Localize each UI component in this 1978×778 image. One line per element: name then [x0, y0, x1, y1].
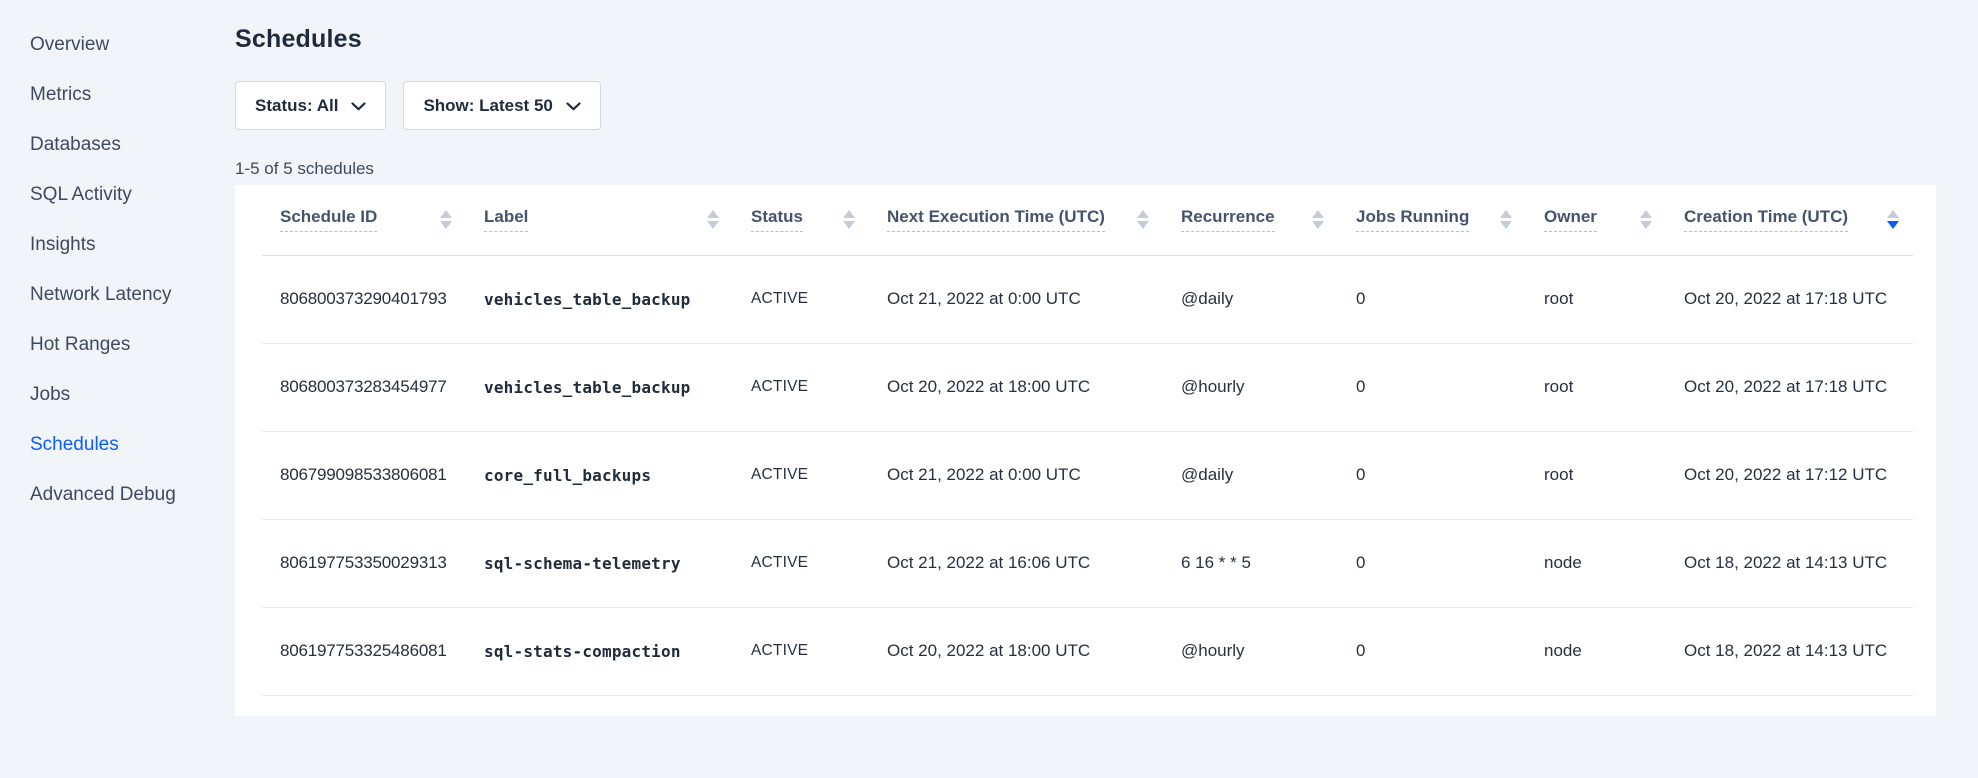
sidebar-item-jobs[interactable]: Jobs: [0, 370, 235, 420]
cell-jobs-running: 0: [1338, 607, 1526, 695]
cell-schedule-id: 806799098533806081: [262, 431, 466, 519]
cell-owner: node: [1526, 519, 1666, 607]
column-label: Label: [484, 207, 528, 232]
chevron-down-icon: [566, 102, 581, 111]
results-count: 1-5 of 5 schedules: [235, 159, 1978, 179]
cell-recurrence: @hourly: [1163, 343, 1338, 431]
status-filter-label: Status: All: [255, 96, 338, 116]
chevron-down-icon: [351, 102, 366, 111]
cell-jobs-running: 0: [1338, 255, 1526, 343]
sort-icon[interactable]: [1137, 210, 1149, 229]
show-filter-label: Show: Latest 50: [423, 96, 552, 116]
cell-recurrence: 6 16 * * 5: [1163, 519, 1338, 607]
cell-owner: node: [1526, 607, 1666, 695]
cell-creation-time: Oct 20, 2022 at 17:18 UTC: [1666, 343, 1913, 431]
cell-recurrence: @hourly: [1163, 607, 1338, 695]
cell-recurrence: @daily: [1163, 255, 1338, 343]
cell-creation-time: Oct 18, 2022 at 14:13 UTC: [1666, 519, 1913, 607]
sort-icon[interactable]: [1500, 210, 1512, 229]
sidebar-item-metrics[interactable]: Metrics: [0, 70, 235, 120]
sidebar: Overview Metrics Databases SQL Activity …: [0, 0, 235, 778]
sort-icon[interactable]: [1312, 210, 1324, 229]
column-header-owner[interactable]: Owner: [1526, 185, 1666, 255]
column-label: Creation Time (UTC): [1684, 207, 1848, 232]
column-label: Owner: [1544, 207, 1597, 232]
column-label: Schedule ID: [280, 207, 377, 232]
cell-label[interactable]: sql-stats-compaction: [466, 607, 733, 695]
sidebar-item-advanced-debug[interactable]: Advanced Debug: [0, 470, 235, 520]
cell-status: ACTIVE: [733, 431, 869, 519]
sort-icon[interactable]: [707, 210, 719, 229]
cell-schedule-id: 806197753350029313: [262, 519, 466, 607]
schedules-table: Schedule ID Label Status Next Execution …: [262, 185, 1913, 696]
table-row[interactable]: 806799098533806081 core_full_backups ACT…: [262, 431, 1913, 519]
cell-recurrence: @daily: [1163, 431, 1338, 519]
column-header-status[interactable]: Status: [733, 185, 869, 255]
cell-status: ACTIVE: [733, 519, 869, 607]
column-label: Recurrence: [1181, 207, 1275, 232]
status-filter-dropdown[interactable]: Status: All: [235, 81, 386, 130]
cell-label[interactable]: vehicles_table_backup: [466, 343, 733, 431]
column-header-label[interactable]: Label: [466, 185, 733, 255]
sidebar-item-network-latency[interactable]: Network Latency: [0, 270, 235, 320]
cell-schedule-id: 806800373283454977: [262, 343, 466, 431]
column-label: Status: [751, 207, 803, 232]
cell-owner: root: [1526, 431, 1666, 519]
cell-jobs-running: 0: [1338, 431, 1526, 519]
schedules-table-card: Schedule ID Label Status Next Execution …: [235, 185, 1936, 716]
column-header-next-execution-time[interactable]: Next Execution Time (UTC): [869, 185, 1163, 255]
cell-label[interactable]: vehicles_table_backup: [466, 255, 733, 343]
cell-owner: root: [1526, 255, 1666, 343]
cell-jobs-running: 0: [1338, 519, 1526, 607]
page-title: Schedules: [235, 24, 1978, 54]
table-header-row: Schedule ID Label Status Next Execution …: [262, 185, 1913, 255]
cell-status: ACTIVE: [733, 255, 869, 343]
column-header-schedule-id[interactable]: Schedule ID: [262, 185, 466, 255]
cell-next-execution-time: Oct 21, 2022 at 0:00 UTC: [869, 431, 1163, 519]
table-row[interactable]: 806800373283454977 vehicles_table_backup…: [262, 343, 1913, 431]
cell-next-execution-time: Oct 20, 2022 at 18:00 UTC: [869, 607, 1163, 695]
sort-desc-icon[interactable]: [1887, 210, 1899, 229]
sort-icon[interactable]: [843, 210, 855, 229]
cell-status: ACTIVE: [733, 343, 869, 431]
sidebar-item-overview[interactable]: Overview: [0, 20, 235, 70]
column-header-recurrence[interactable]: Recurrence: [1163, 185, 1338, 255]
filter-bar: Status: All Show: Latest 50: [235, 81, 1978, 130]
table-row[interactable]: 806800373290401793 vehicles_table_backup…: [262, 255, 1913, 343]
sort-icon[interactable]: [440, 210, 452, 229]
table-row[interactable]: 806197753325486081 sql-stats-compaction …: [262, 607, 1913, 695]
column-label: Next Execution Time (UTC): [887, 207, 1105, 232]
sidebar-item-hot-ranges[interactable]: Hot Ranges: [0, 320, 235, 370]
cell-status: ACTIVE: [733, 607, 869, 695]
cell-owner: root: [1526, 343, 1666, 431]
cell-label[interactable]: sql-schema-telemetry: [466, 519, 733, 607]
table-row[interactable]: 806197753350029313 sql-schema-telemetry …: [262, 519, 1913, 607]
main-content: Schedules Status: All Show: Latest 50 1-…: [235, 0, 1978, 778]
sort-icon[interactable]: [1640, 210, 1652, 229]
cell-next-execution-time: Oct 21, 2022 at 0:00 UTC: [869, 255, 1163, 343]
sidebar-item-sql-activity[interactable]: SQL Activity: [0, 170, 235, 220]
column-label: Jobs Running: [1356, 207, 1469, 232]
column-header-creation-time[interactable]: Creation Time (UTC): [1666, 185, 1913, 255]
sidebar-item-insights[interactable]: Insights: [0, 220, 235, 270]
app-root: Overview Metrics Databases SQL Activity …: [0, 0, 1978, 778]
sidebar-item-databases[interactable]: Databases: [0, 120, 235, 170]
cell-creation-time: Oct 20, 2022 at 17:12 UTC: [1666, 431, 1913, 519]
cell-label[interactable]: core_full_backups: [466, 431, 733, 519]
sidebar-item-schedules[interactable]: Schedules: [0, 420, 235, 470]
cell-next-execution-time: Oct 21, 2022 at 16:06 UTC: [869, 519, 1163, 607]
cell-schedule-id: 806800373290401793: [262, 255, 466, 343]
cell-next-execution-time: Oct 20, 2022 at 18:00 UTC: [869, 343, 1163, 431]
cell-creation-time: Oct 18, 2022 at 14:13 UTC: [1666, 607, 1913, 695]
show-filter-dropdown[interactable]: Show: Latest 50: [403, 81, 600, 130]
cell-jobs-running: 0: [1338, 343, 1526, 431]
cell-schedule-id: 806197753325486081: [262, 607, 466, 695]
cell-creation-time: Oct 20, 2022 at 17:18 UTC: [1666, 255, 1913, 343]
column-header-jobs-running[interactable]: Jobs Running: [1338, 185, 1526, 255]
